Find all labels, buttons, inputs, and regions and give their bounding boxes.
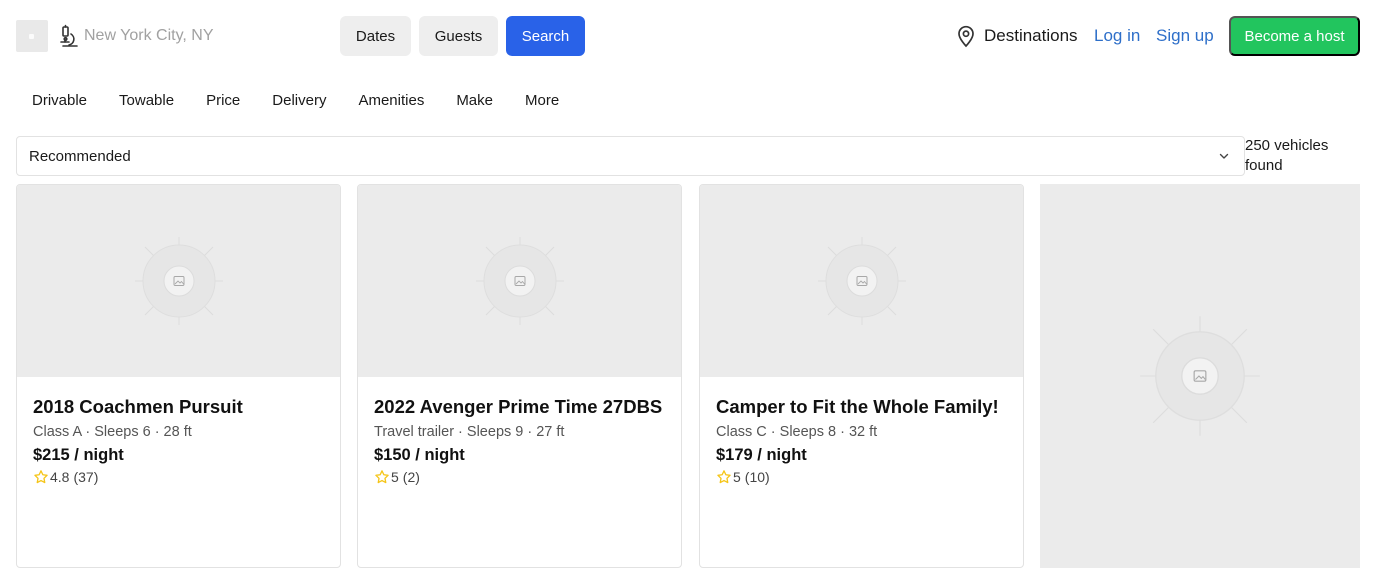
image-placeholder-icon	[475, 237, 564, 325]
listing-specs: Class C · Sleeps 8 · 32 ft	[716, 424, 878, 440]
destinations-link[interactable]: Destinations	[956, 24, 1078, 48]
map-placeholder[interactable]	[1040, 184, 1360, 568]
signup-link[interactable]: Sign up	[1156, 24, 1214, 48]
listing-price: $179 / night	[716, 446, 807, 464]
chevron-down-icon	[1219, 153, 1229, 159]
results-count: 250 vehicles found	[1245, 137, 1329, 174]
listing-details: 2018 Coachmen Pursuit Class A · Sleeps 6…	[33, 395, 324, 487]
location-pin-icon	[958, 25, 974, 48]
listing-image	[17, 185, 340, 377]
listing-specs: Travel trailer · Sleeps 9 · 27 ft	[374, 424, 565, 440]
listing-rating: 5 (2)	[374, 467, 665, 487]
image-placeholder-icon	[134, 237, 223, 325]
login-link[interactable]: Log in	[1094, 24, 1140, 48]
filter-towable[interactable]: Towable	[103, 84, 190, 116]
image-placeholder-icon	[1140, 316, 1260, 436]
listing-title[interactable]: 2022 Avenger Prime Time 27DBS	[374, 395, 665, 419]
microscope-icon	[60, 24, 78, 47]
listing-details: Camper to Fit the Whole Family! Class C …	[716, 395, 1007, 487]
become-host-button[interactable]: Become a host	[1229, 16, 1360, 56]
rating-value: 4.8	[50, 469, 70, 485]
filter-delivery[interactable]: Delivery	[256, 84, 342, 116]
rating-value: 5	[733, 469, 741, 485]
image-placeholder-icon	[817, 237, 906, 325]
review-count: (37)	[73, 469, 99, 485]
listing-card[interactable]: 2022 Avenger Prime Time 27DBS Travel tra…	[357, 184, 682, 568]
filter-make[interactable]: Make	[440, 84, 509, 116]
review-count: (2)	[402, 469, 420, 485]
logo[interactable]	[16, 20, 48, 52]
rating-value: 5	[391, 469, 399, 485]
listing-image	[358, 185, 681, 377]
listing-title[interactable]: 2018 Coachmen Pursuit	[33, 395, 324, 419]
listing-price: $215 / night	[33, 446, 124, 464]
filter-price[interactable]: Price	[190, 84, 256, 116]
star-icon	[34, 470, 48, 484]
star-icon	[375, 470, 389, 484]
search-button[interactable]: Search	[506, 16, 585, 56]
star-icon	[717, 470, 731, 484]
destinations-label: Destinations	[984, 26, 1078, 45]
listing-price: $150 / night	[374, 446, 465, 464]
listing-card[interactable]: 2018 Coachmen Pursuit Class A · Sleeps 6…	[16, 184, 341, 568]
listing-rating: 4.8 (37)	[33, 467, 324, 487]
listing-title[interactable]: Camper to Fit the Whole Family!	[716, 395, 1007, 419]
listing-rating: 5 (10)	[716, 467, 1007, 487]
listing-specs: Class A · Sleeps 6 · 28 ft	[33, 424, 192, 440]
location-search-input[interactable]	[84, 24, 324, 48]
guests-button[interactable]: Guests	[419, 16, 498, 56]
sort-selected-value: Recommended	[29, 147, 131, 165]
filter-amenities[interactable]: Amenities	[342, 84, 440, 116]
listing-details: 2022 Avenger Prime Time 27DBS Travel tra…	[374, 395, 665, 487]
dates-button[interactable]: Dates	[340, 16, 411, 56]
sort-select[interactable]: Recommended	[16, 136, 1245, 176]
top-nav: Dates Guests Search Destinations Log in …	[0, 0, 1376, 72]
listing-image	[700, 185, 1023, 377]
listing-card[interactable]: Camper to Fit the Whole Family! Class C …	[699, 184, 1024, 568]
filter-more[interactable]: More	[509, 84, 575, 116]
filter-bar: Drivable Towable Price Delivery Amenitie…	[16, 84, 575, 116]
review-count: (10)	[744, 469, 770, 485]
filter-drivable[interactable]: Drivable	[16, 84, 103, 116]
